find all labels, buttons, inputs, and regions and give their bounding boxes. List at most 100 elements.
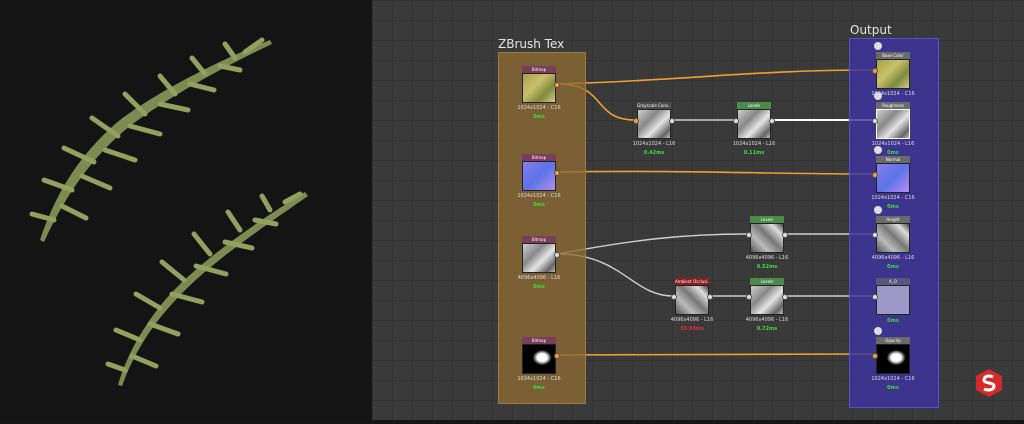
node-thumbnail xyxy=(675,285,709,315)
node-header: Height xyxy=(876,216,910,223)
node-resolution: 1024x1024 - L16 xyxy=(732,141,776,147)
fern-photo xyxy=(0,0,372,420)
input-port[interactable] xyxy=(746,294,752,300)
node-grayscale-conversion[interactable]: Grayscale Conv... 1024x1024 - L16 0.42ms xyxy=(633,102,675,156)
node-header: Bitmap xyxy=(522,236,556,243)
node-resolution: 4096x4096 - L16 xyxy=(871,255,915,261)
node-thumbnail xyxy=(750,223,784,253)
node-thumbnail xyxy=(522,243,556,273)
node-time: 0ms xyxy=(533,385,545,391)
node-levels-roughness[interactable]: Levels 1024x1024 - L16 0.11ms xyxy=(733,102,775,156)
node-resolution: 4096x4096 - L16 xyxy=(745,317,789,323)
node-header: Ambient Occlusi... xyxy=(675,278,709,285)
wire-bitmap4-opacity xyxy=(557,353,873,356)
node-header: Bitmap xyxy=(522,154,556,161)
input-port[interactable] xyxy=(872,172,878,178)
input-port[interactable] xyxy=(746,232,752,238)
node-time: 0.72ms xyxy=(756,326,778,332)
output-node-icon xyxy=(874,146,882,154)
node-time: 0ms xyxy=(887,385,899,391)
node-graph[interactable]: ZBrush Tex Output Bitmap 1024x1024 - C16… xyxy=(372,0,1024,420)
node-bitmap-mask[interactable]: Bitmap 1024x1024 - C16 0ms xyxy=(517,337,561,391)
output-port[interactable] xyxy=(554,252,560,258)
input-port[interactable] xyxy=(872,294,878,300)
node-time: 0ms xyxy=(887,204,899,210)
output-port[interactable] xyxy=(554,82,560,88)
wire-bitmap3-levels2 xyxy=(557,233,749,255)
output-port[interactable] xyxy=(769,118,775,124)
node-bitmap-normal[interactable]: Bitmap 1024x1024 - C16 0ms xyxy=(517,154,561,208)
node-thumbnail xyxy=(876,223,910,253)
output-port[interactable] xyxy=(782,294,788,300)
node-time: 0ms xyxy=(887,318,899,324)
node-thumbnail xyxy=(876,109,910,139)
frame-zbrush-title: ZBrush Tex xyxy=(498,37,565,51)
input-port[interactable] xyxy=(671,294,677,300)
node-header: Normal xyxy=(876,156,910,163)
output-port[interactable] xyxy=(782,232,788,238)
node-output-height[interactable]: Height 4096x4096 - L16 0ms xyxy=(872,206,914,270)
node-header: Base Color xyxy=(876,52,910,59)
output-port[interactable] xyxy=(669,118,675,124)
node-time: 0.42ms xyxy=(643,150,665,156)
node-header: Levels xyxy=(750,278,784,285)
node-header: Bitmap xyxy=(522,337,556,344)
node-time: 0ms xyxy=(533,114,545,120)
node-time: 0.52ms xyxy=(756,264,778,270)
node-thumbnail xyxy=(522,73,556,103)
output-port[interactable] xyxy=(707,294,713,300)
node-resolution: 1024x1024 - C16 xyxy=(871,376,915,382)
output-node-icon xyxy=(874,327,882,335)
node-resolution: 1024x1024 - C16 xyxy=(517,105,561,111)
wire-bitmap2-normal xyxy=(557,170,873,175)
node-resolution: 1024x1024 - C16 xyxy=(517,376,561,382)
node-thumbnail xyxy=(876,59,910,89)
input-port[interactable] xyxy=(733,118,739,124)
node-thumbnail xyxy=(750,285,784,315)
output-node-icon xyxy=(874,92,882,100)
node-output-normal[interactable]: Normal 1024x1024 - C16 0ms xyxy=(871,146,915,210)
node-header: Levels xyxy=(750,216,784,223)
node-time: 0.11ms xyxy=(743,150,765,156)
node-time: 0ms xyxy=(533,284,545,290)
output-port[interactable] xyxy=(554,170,560,176)
node-resolution: 1024x1024 - L16 xyxy=(632,141,676,147)
node-thumbnail xyxy=(522,344,556,374)
node-thumbnail xyxy=(522,161,556,191)
node-resolution: 1024x1024 - C16 xyxy=(517,193,561,199)
wire-bitmap1-basecolor xyxy=(557,69,873,85)
node-time: 0ms xyxy=(887,264,899,270)
node-header: Opacity xyxy=(876,337,910,344)
node-ambient-occlusion[interactable]: Ambient Occlusi... 4096x4096 - L16 39.98… xyxy=(671,278,713,332)
input-port[interactable] xyxy=(872,68,878,74)
input-port[interactable] xyxy=(872,118,878,124)
node-thumbnail xyxy=(876,163,910,193)
fern-image xyxy=(29,37,308,386)
node-bitmap-basecolor[interactable]: Bitmap 1024x1024 - C16 0ms xyxy=(517,66,561,120)
node-header: A_O xyxy=(876,278,910,285)
input-port[interactable] xyxy=(872,232,878,238)
node-header: Bitmap xyxy=(522,66,556,73)
node-levels-height[interactable]: Levels 4096x4096 - L16 0.52ms xyxy=(746,216,788,270)
node-output-basecolor[interactable]: Base Color 1024x1024 - C16 xyxy=(871,42,915,97)
substance-designer-logo xyxy=(976,369,1002,397)
node-levels-ao[interactable]: Levels 4096x4096 - L16 0.72ms xyxy=(746,278,788,332)
node-resolution: 4096x4096 - L16 xyxy=(745,255,789,261)
node-bitmap-height[interactable]: Bitmap 4096x4096 - L16 0ms xyxy=(518,236,560,290)
node-header: Roughness xyxy=(876,102,910,109)
node-resolution: 1024x1024 - L16 xyxy=(871,141,915,147)
node-time: 39.98ms xyxy=(679,326,704,332)
node-resolution: 1024x1024 - C16 xyxy=(871,91,915,97)
node-resolution: 1024x1024 - C16 xyxy=(871,195,915,201)
node-resolution: 4096x4096 - L16 xyxy=(670,317,714,323)
input-port[interactable] xyxy=(633,118,639,124)
node-time: 0ms xyxy=(533,202,545,208)
node-output-ao[interactable]: A_O 0ms xyxy=(872,278,910,324)
output-node-icon xyxy=(874,42,882,50)
node-thumbnail xyxy=(737,109,771,139)
node-resolution: 4096x4096 - L16 xyxy=(517,275,561,281)
node-output-opacity[interactable]: Opacity 1024x1024 - C16 0ms xyxy=(871,327,915,391)
node-thumbnail xyxy=(876,285,910,315)
output-port[interactable] xyxy=(554,353,560,359)
input-port[interactable] xyxy=(872,353,878,359)
